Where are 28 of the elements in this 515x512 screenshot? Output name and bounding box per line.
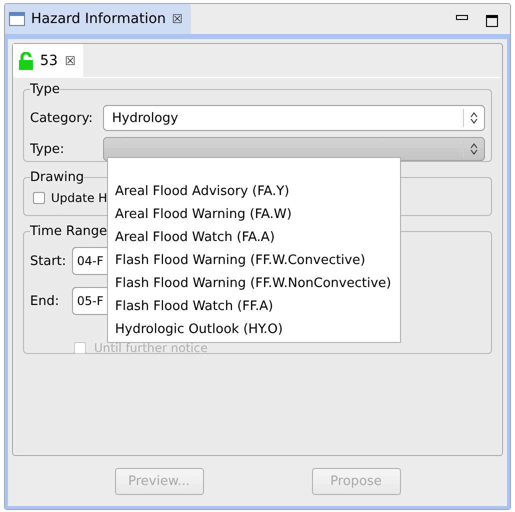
view-title: Hazard Information	[31, 11, 166, 27]
group-title: Type	[30, 82, 60, 97]
updown-icon	[470, 143, 478, 155]
dropdown-option[interactable]: Areal Flood Warning (FA.W)	[115, 203, 400, 226]
field-label: Type:	[30, 142, 66, 156]
view-tab[interactable]: Hazard Information ☒	[5, 4, 191, 34]
checkbox[interactable]	[33, 192, 45, 204]
maximize-icon[interactable]	[486, 15, 498, 27]
dropdown-option[interactable]: Hydrologic Outlook (HY.O)	[115, 318, 400, 341]
window-icon	[9, 12, 25, 26]
dropdown-option[interactable]: Areal Flood Watch (FA.A)	[115, 226, 400, 249]
dropdown-option[interactable]: Flash Flood Watch (FF.A)	[115, 295, 400, 318]
field-label: Category:	[30, 110, 94, 126]
hazard-tab[interactable]: 53 ☒	[13, 44, 83, 77]
minimize-icon[interactable]	[456, 15, 468, 21]
field-label: End:	[30, 294, 60, 308]
field-label: Start:	[30, 254, 68, 268]
checkbox-label: Until further notice	[94, 341, 208, 355]
close-icon[interactable]: ☒	[172, 12, 183, 26]
close-icon[interactable]: ☒	[64, 54, 76, 68]
group-title: Time Range	[30, 224, 108, 239]
dropdown-option[interactable]: Flash Flood Warning (FF.W.NonConvective)	[115, 272, 400, 295]
dropdown-option[interactable]: Flash Flood Warning (FF.W.Convective)	[115, 249, 400, 272]
checkbox-label: Update H	[51, 191, 108, 205]
group-title: Drawing	[30, 170, 84, 185]
dropdown-option[interactable]: Areal Flood Advisory (FA.Y)	[115, 180, 400, 203]
updown-icon	[470, 112, 478, 124]
category-dropdown[interactable]: Hydrology	[103, 105, 485, 131]
